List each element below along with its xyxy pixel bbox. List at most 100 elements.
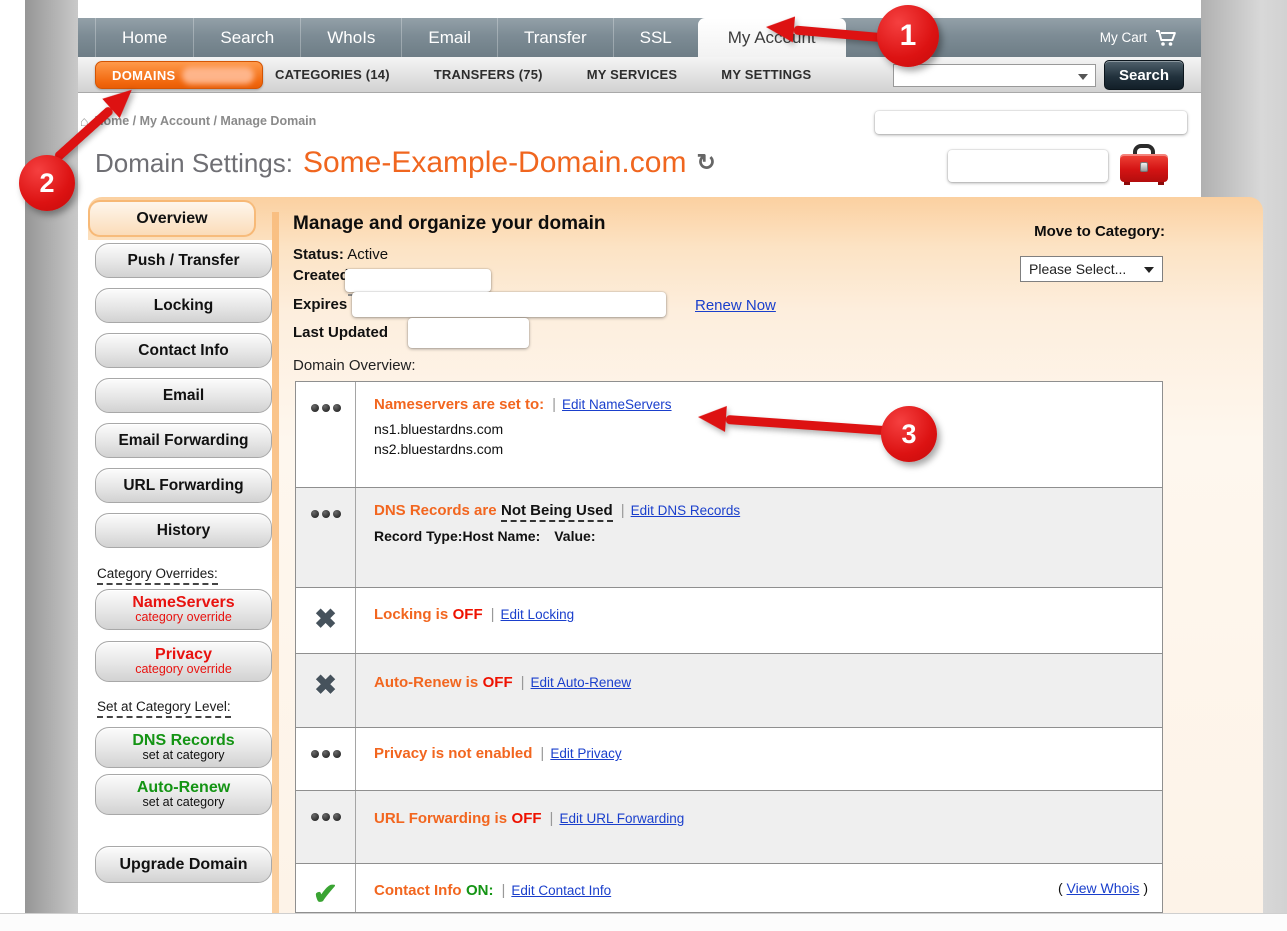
- separator: |: [550, 810, 554, 827]
- row-status: OFF: [483, 674, 513, 691]
- sidebar-tab-url-forwarding[interactable]: URL Forwarding: [95, 468, 272, 503]
- subnav-tab-transfers[interactable]: TRANSFERS (75): [434, 67, 543, 82]
- chevron-down-icon[interactable]: [1078, 74, 1088, 80]
- row-status: Not Being Used: [501, 502, 613, 522]
- redacted-box-account: [948, 150, 1108, 182]
- updated-line: Last Updated: [293, 324, 388, 341]
- my-cart[interactable]: My Cart: [1100, 18, 1179, 57]
- privacy-override-title: Privacy: [155, 647, 212, 664]
- edit-nameservers-link[interactable]: Edit NameServers: [562, 397, 672, 412]
- sidebar-tab-locking[interactable]: Locking: [95, 288, 272, 323]
- sidebar-tab-overview[interactable]: Overview: [88, 200, 256, 237]
- category-overrides-label: Category Overrides:: [97, 566, 218, 581]
- title-prefix: Domain Settings:: [95, 148, 293, 179]
- nav-tab-search[interactable]: Search: [193, 18, 300, 57]
- updated-label: Last Updated: [293, 324, 388, 341]
- toolbox-latch: [1140, 162, 1148, 172]
- nav-tab-ssl[interactable]: SSL: [613, 18, 698, 57]
- dns-records-category-title: DNS Records: [132, 733, 234, 750]
- privacy-override-sub: category override: [135, 663, 232, 676]
- annotation-badge-1: 1: [877, 5, 939, 67]
- row-title: Contact Info: [374, 882, 462, 899]
- refresh-icon[interactable]: ↻: [696, 149, 715, 176]
- browser-page: Home Search WhoIs Email Transfer SSL My …: [78, 0, 1201, 913]
- redacted-updated-date: [408, 318, 529, 348]
- table-row-privacy: Privacy is not enabled|Edit Privacy: [296, 727, 1162, 790]
- dns-records-category-sub: set at category: [143, 749, 225, 762]
- status-value: Active: [347, 246, 388, 263]
- bottom-band: [0, 913, 1287, 931]
- row-title: Auto-Renew is: [374, 674, 478, 691]
- subnav-tab-my-settings[interactable]: MY SETTINGS: [721, 67, 811, 82]
- sidebar-button-dns-records-category[interactable]: DNS Records set at category: [95, 727, 272, 768]
- nav-tab-home[interactable]: Home: [95, 18, 193, 57]
- sidebar-button-nameservers-override[interactable]: NameServers category override: [95, 589, 272, 630]
- upgrade-domain-button[interactable]: Upgrade Domain: [95, 846, 272, 883]
- table-row-nameservers: Nameservers are set to:|Edit NameServers…: [296, 382, 1162, 487]
- table-row-auto-renew: ✖ Auto-Renew is OFF|Edit Auto-Renew: [296, 653, 1162, 727]
- dots-icon: [296, 728, 356, 790]
- nav-tab-whois[interactable]: WhoIs: [300, 18, 401, 57]
- view-whois-link[interactable]: View Whois: [1067, 880, 1140, 896]
- view-whois-wrap: ( View Whois ): [1058, 880, 1148, 896]
- check-icon: ✔: [296, 864, 356, 912]
- toolbox-feet: [1124, 182, 1164, 185]
- table-row-locking: ✖ Locking is OFF | Edit Locking: [296, 587, 1162, 653]
- sidebar-tab-history[interactable]: History: [95, 513, 272, 548]
- nameservers-override-sub: category override: [135, 611, 232, 624]
- separator: |: [552, 396, 556, 413]
- edit-contact-info-link[interactable]: Edit Contact Info: [511, 883, 611, 898]
- edit-privacy-link[interactable]: Edit Privacy: [550, 746, 621, 761]
- screen: Home Search WhoIs Email Transfer SSL My …: [0, 0, 1287, 931]
- subnav-tab-my-services[interactable]: MY SERVICES: [587, 67, 678, 82]
- row-status: OFF: [453, 606, 483, 623]
- search-button[interactable]: Search: [1104, 60, 1184, 90]
- edit-url-forwarding-link[interactable]: Edit URL Forwarding: [559, 811, 684, 826]
- dots-icon: [296, 488, 356, 587]
- table-row-dns-records: DNS Records are Not Being Used | Edit DNS …: [296, 487, 1162, 587]
- row-title: DNS Records are: [374, 502, 497, 519]
- row-title: Locking is: [374, 606, 448, 623]
- sidebar-tab-email[interactable]: Email: [95, 378, 272, 413]
- nav-tab-transfer[interactable]: Transfer: [497, 18, 613, 57]
- nav-tab-email[interactable]: Email: [401, 18, 497, 57]
- redacted-expires-date: [352, 292, 666, 317]
- sidebar-button-privacy-override[interactable]: Privacy category override: [95, 641, 272, 682]
- subnav-items: CATEGORIES (14) TRANSFERS (75) MY SERVIC…: [275, 57, 811, 92]
- edit-dns-records-link[interactable]: Edit DNS Records: [631, 503, 741, 518]
- separator: |: [521, 674, 525, 691]
- renew-now-link[interactable]: Renew Now: [695, 297, 776, 314]
- domain-search-combobox[interactable]: [893, 64, 1096, 87]
- breadcrumb-path[interactable]: Home / My Account / Manage Domain: [94, 114, 316, 128]
- separator: |: [491, 606, 495, 623]
- domain-overview-table: Nameservers are set to:|Edit NameServers…: [295, 381, 1163, 913]
- category-select-value: Please Select...: [1029, 261, 1126, 277]
- edit-locking-link[interactable]: Edit Locking: [501, 607, 575, 622]
- domain-overview-label: Domain Overview:: [293, 357, 416, 374]
- auto-renew-category-sub: set at category: [143, 796, 225, 809]
- panel-left-edge: [272, 212, 279, 913]
- annotation-badge-2: 2: [19, 155, 75, 211]
- subnav-tab-categories[interactable]: CATEGORIES (14): [275, 67, 390, 82]
- sidebar-tab-email-forwarding[interactable]: Email Forwarding: [95, 423, 272, 458]
- sidebar-tab-push-transfer[interactable]: Push / Transfer: [95, 243, 272, 278]
- toolbox-icon[interactable]: [1120, 144, 1168, 186]
- x-icon: ✖: [296, 588, 356, 653]
- title-domain-name: Some-Example-Domain.com: [303, 146, 686, 180]
- separator: |: [621, 502, 625, 519]
- category-select[interactable]: Please Select...: [1020, 256, 1163, 282]
- sidebar-button-auto-renew-category[interactable]: Auto-Renew set at category: [95, 774, 272, 815]
- renew-now-link-wrap: Renew Now: [695, 297, 776, 314]
- status-line: Status: Active: [293, 246, 388, 263]
- dots-icon: [296, 791, 356, 863]
- move-to-category-label: Move to Category:: [978, 223, 1165, 240]
- edit-auto-renew-link[interactable]: Edit Auto-Renew: [531, 675, 632, 690]
- dots-icon: [296, 382, 356, 487]
- row-title: URL Forwarding is: [374, 810, 507, 827]
- chevron-down-icon: [1144, 267, 1154, 273]
- separator: |: [501, 882, 505, 899]
- nameservers-override-title: NameServers: [132, 595, 234, 612]
- set-at-category-label: Set at Category Level:: [97, 699, 231, 714]
- sidebar-tab-contact-info[interactable]: Contact Info: [95, 333, 272, 368]
- redacted-created-date: [345, 269, 491, 292]
